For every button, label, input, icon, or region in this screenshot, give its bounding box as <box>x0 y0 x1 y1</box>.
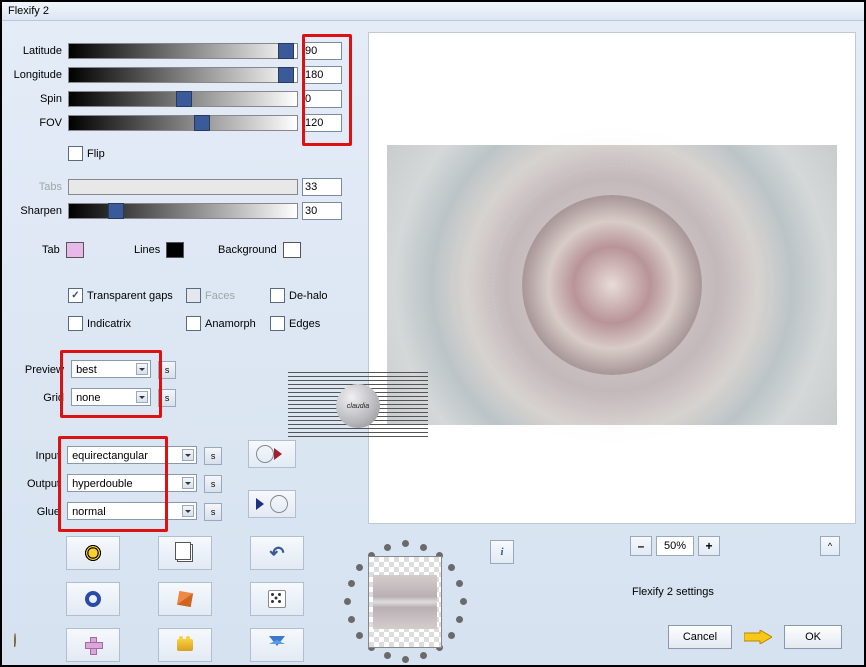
disc-icon <box>270 495 288 513</box>
cube-button[interactable] <box>158 582 212 616</box>
expand-button[interactable]: ^ <box>820 536 840 556</box>
fov-value[interactable]: 120 <box>302 114 342 132</box>
cube-icon <box>177 591 193 607</box>
tab-swatch[interactable] <box>66 242 84 258</box>
torus-icon <box>85 591 101 607</box>
spin-value[interactable]: 0 <box>302 90 342 108</box>
longitude-slider[interactable] <box>68 67 298 83</box>
dehalo-checkbox[interactable] <box>270 288 285 303</box>
controls-panel: Latitude 90 Longitude 180 Spin 0 FOV 120 <box>2 20 352 665</box>
dice-button[interactable] <box>250 582 304 616</box>
settings-text: Flexify 2 settings <box>632 586 714 598</box>
tabs-slider <box>68 179 298 195</box>
input-s-button[interactable]: s <box>204 447 222 465</box>
copy-button[interactable] <box>158 536 212 570</box>
indicatrix-label: Indicatrix <box>87 318 131 330</box>
cross-button[interactable] <box>66 628 120 662</box>
bee-button[interactable] <box>66 536 120 570</box>
palette-icon <box>14 633 16 647</box>
input-select-label: Input <box>20 450 60 462</box>
output-play-button[interactable] <box>248 490 296 518</box>
output-s-button[interactable]: s <box>204 475 222 493</box>
latitude-slider[interactable] <box>68 43 298 59</box>
sharpen-label: Sharpen <box>2 205 68 217</box>
zoom-out-button[interactable]: – <box>630 536 652 556</box>
titlebar: Flexify 2 <box>2 2 864 21</box>
ok-button[interactable]: OK <box>784 625 842 649</box>
zoom-in-button[interactable]: + <box>698 536 720 556</box>
sharpen-slider[interactable] <box>68 203 298 219</box>
spin-label: Spin <box>2 93 68 105</box>
dehalo-label: De-halo <box>289 290 328 302</box>
info-button[interactable]: i <box>490 540 514 564</box>
thumbnail[interactable] <box>368 556 442 648</box>
latitude-value[interactable]: 90 <box>302 42 342 60</box>
anamorph-label: Anamorph <box>205 318 256 330</box>
undo-icon: ↶ <box>269 543 284 564</box>
undo-button[interactable]: ↶ <box>250 536 304 570</box>
transparent-gaps-label: Transparent gaps <box>87 290 173 302</box>
glue-select-label: Glue <box>20 506 60 518</box>
transparent-gaps-checkbox[interactable] <box>68 288 83 303</box>
edges-label: Edges <box>289 318 320 330</box>
longitude-label: Longitude <box>2 69 68 81</box>
play-icon <box>256 498 270 510</box>
copy-icon <box>177 544 193 562</box>
preview-image <box>387 145 837 425</box>
play-icon <box>274 448 288 460</box>
tabs-label: Tabs <box>2 181 68 193</box>
background-swatch[interactable] <box>283 242 301 258</box>
bee-icon <box>85 545 101 561</box>
palette-button[interactable] <box>14 634 16 646</box>
glue-s-button[interactable]: s <box>204 503 222 521</box>
brick-button[interactable] <box>158 628 212 662</box>
longitude-value[interactable]: 180 <box>302 66 342 84</box>
faces-checkbox <box>186 288 201 303</box>
cancel-button[interactable]: Cancel <box>668 625 732 649</box>
grid-s-button[interactable]: s <box>158 389 176 407</box>
output-select[interactable]: hyperdouble <box>67 474 197 492</box>
glue-select[interactable]: normal <box>67 502 197 520</box>
tabs-value[interactable]: 33 <box>302 178 342 196</box>
lines-swatch[interactable] <box>166 242 184 258</box>
flip-checkbox[interactable] <box>68 146 83 161</box>
dice-icon <box>268 590 286 608</box>
preview-s-button[interactable]: s <box>158 361 176 379</box>
sharpen-value[interactable]: 30 <box>302 202 342 220</box>
gem-icon <box>269 636 285 654</box>
grid-select[interactable]: none <box>71 388 151 406</box>
input-select[interactable]: equirectangular <box>67 446 197 464</box>
preview-select[interactable]: best <box>71 360 151 378</box>
preview-select-label: Preview <box>20 364 64 376</box>
faces-label: Faces <box>205 290 235 302</box>
edges-checkbox[interactable] <box>270 316 285 331</box>
zoom-value[interactable]: 50% <box>656 536 694 556</box>
torus-button[interactable] <box>66 582 120 616</box>
lines-swatch-label: Lines <box>134 244 160 256</box>
indicatrix-checkbox[interactable] <box>68 316 83 331</box>
grid-select-label: Grid <box>20 392 64 404</box>
tab-swatch-label: Tab <box>42 244 60 256</box>
preview-pane <box>368 32 856 524</box>
brick-icon <box>177 639 193 651</box>
fov-label: FOV <box>2 117 68 129</box>
fov-slider[interactable] <box>68 115 298 131</box>
zoom-controls: – 50% + <box>630 536 720 556</box>
ok-arrow-icon <box>744 630 772 644</box>
background-swatch-label: Background <box>218 244 277 256</box>
flip-label: Flip <box>87 148 105 160</box>
output-select-label: Output <box>20 478 60 490</box>
flexify-window: Flexify 2 Latitude 90 Longitude 180 Spin… <box>0 0 866 667</box>
cross-icon <box>85 637 101 653</box>
spin-slider[interactable] <box>68 91 298 107</box>
latitude-label: Latitude <box>2 45 68 57</box>
input-play-button[interactable] <box>248 440 296 468</box>
gem-button[interactable] <box>250 628 304 662</box>
anamorph-checkbox[interactable] <box>186 316 201 331</box>
disc-icon <box>256 445 274 463</box>
